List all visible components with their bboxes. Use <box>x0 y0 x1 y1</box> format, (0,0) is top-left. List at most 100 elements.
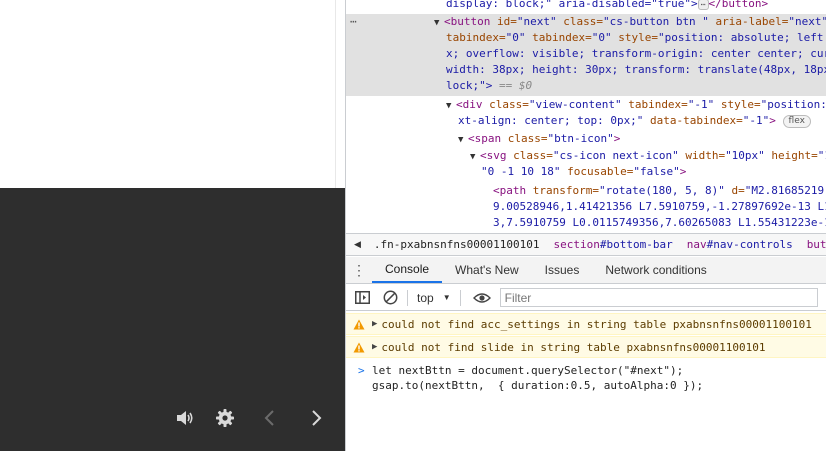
eye-icon[interactable] <box>470 286 494 310</box>
clear-console-icon[interactable] <box>378 286 402 310</box>
attr-name: height= <box>764 149 818 162</box>
attr-name: tabindex= <box>621 98 688 111</box>
attr-value: "false" <box>633 165 680 178</box>
tag-name: <div <box>456 98 483 111</box>
console-input[interactable]: > let nextBttn = document.querySelector(… <box>346 362 826 402</box>
slide-canvas <box>0 0 335 188</box>
filter-input[interactable] <box>499 288 818 307</box>
crumb-name: section <box>553 238 600 251</box>
attr-value: "0 -1 10 18" <box>481 165 561 178</box>
tree-line-path[interactable]: <path transform="rotate(180, 5, 8)" d="M… <box>493 183 826 199</box>
tag-name: <span <box>468 132 502 145</box>
panel-divider[interactable] <box>335 0 345 188</box>
attr-value: "position: absolute; left: <box>657 31 826 44</box>
attr-value: "-1" <box>742 114 770 127</box>
attr-name: width= <box>678 149 726 162</box>
tag-name: <button <box>444 15 491 28</box>
tree-line-button-2[interactable]: tabindex="0" tabindex="0" style="positio… <box>446 30 826 46</box>
tag-name: <svg <box>480 149 507 162</box>
tab-issues[interactable]: Issues <box>532 257 593 283</box>
breadcrumb-item[interactable]: button#next <box>800 238 826 251</box>
code-line: let nextBttn = document.querySelector("#… <box>372 364 684 377</box>
attr-name: style= <box>714 98 761 111</box>
attr-value: "btn-icon" <box>547 132 614 145</box>
closing-tag: </button> <box>708 0 769 10</box>
toolbar-divider <box>407 289 408 306</box>
volume-icon[interactable] <box>172 405 198 431</box>
tree-line-0[interactable]: display: block;" aria-disabled="true"> ⋯ <… <box>446 0 768 12</box>
attr-name: id= <box>490 15 517 28</box>
warning-message: could not find slide in string table pxa… <box>381 340 766 354</box>
warning-message: could not find acc_settings in string ta… <box>381 317 812 331</box>
expand-triangle-icon[interactable]: ▼ <box>458 132 468 148</box>
toolbar-divider <box>459 289 461 306</box>
attr-value: "rotate(180, 5, 8)" <box>598 184 725 197</box>
tag-end: > <box>769 114 776 127</box>
tree-line-span[interactable]: ▼ <span class="btn-icon"> <box>458 131 620 147</box>
context-select[interactable]: top ▼ <box>413 291 455 305</box>
crumb-id: #nav-controls <box>706 238 793 251</box>
crumb-name: button <box>806 238 826 251</box>
expand-triangle-icon[interactable]: ▶ <box>372 342 377 352</box>
chevron-left-icon[interactable] <box>256 405 282 431</box>
tree-line-button[interactable]: ▼ <button id="next" class="cs-button btn … <box>434 14 826 30</box>
drawer-tabbar: ⋮ Console What's New Issues Network cond… <box>346 257 826 284</box>
expand-triangle-icon[interactable]: ▶ <box>372 319 377 329</box>
tree-line-div-2[interactable]: xt-align: center; top: 0px;" data-tabind… <box>458 113 811 129</box>
attr-text: display: block;" aria-disabled="true"> <box>446 0 698 10</box>
attr-name: focusable= <box>560 165 634 178</box>
breadcrumb-item[interactable]: .fn-pxabnsnfns00001100101 <box>367 238 547 251</box>
flex-badge[interactable]: flex <box>782 114 811 128</box>
console-warning[interactable]: ▶ could not find acc_settings in string … <box>346 313 826 335</box>
chevron-right-icon[interactable] <box>304 405 330 431</box>
sidebar-toggle-icon[interactable] <box>350 286 374 310</box>
tab-console[interactable]: Console <box>372 257 443 283</box>
tab-whats-new[interactable]: What's New <box>442 257 532 283</box>
tag-end: > <box>613 132 621 145</box>
context-value: top <box>417 290 434 305</box>
attr-name: style= <box>611 31 658 44</box>
expand-triangle-icon[interactable]: ▼ <box>434 15 444 31</box>
attr-value: "view-content" <box>528 98 622 111</box>
attr-name: transform= <box>526 184 599 197</box>
attr-name: class= <box>482 98 529 111</box>
crumb-id: #bottom-bar <box>599 238 673 251</box>
expand-triangle-icon[interactable]: ▼ <box>446 98 456 114</box>
prompt-chevron-icon: > <box>358 364 365 377</box>
attr-value: "M2.81685219, <box>744 184 826 197</box>
code-line: gsap.to(nextBttn, { duration:0.5, autoAl… <box>372 379 704 392</box>
selected-marker: == $0 <box>492 79 533 92</box>
warning-icon <box>346 319 372 330</box>
scroll-left-icon[interactable]: ◀ <box>346 240 367 250</box>
node-actions-icon[interactable]: ⋯ <box>350 14 357 30</box>
attr-value: 9.00528946,1.41421356 L7.5910759,-1.2789… <box>493 200 826 213</box>
attr-name: class= <box>501 132 548 145</box>
expand-triangle-icon[interactable]: ▼ <box>470 149 480 165</box>
attr-name: class= <box>506 149 553 162</box>
breadcrumb-item[interactable]: section#bottom-bar <box>547 238 680 251</box>
attr-value: lock;"> <box>446 79 493 92</box>
tree-line-svg-2[interactable]: "0 -1 10 18" focusable="false"> <box>481 164 686 180</box>
ellipsis-icon[interactable]: ⋯ <box>697 0 709 10</box>
devtools-panel: display: block;" aria-disabled="true"> ⋯ <… <box>345 0 826 451</box>
tag-name: <path <box>493 184 527 197</box>
dropdown-arrow-icon: ▼ <box>442 293 451 302</box>
tree-line-svg[interactable]: ▼ <svg class="cs-icon next-icon" width="1… <box>470 148 826 164</box>
attr-value: "0" <box>591 31 612 44</box>
gear-icon[interactable] <box>212 405 238 431</box>
drawer-menu-icon[interactable]: ⋮ <box>346 257 372 283</box>
tree-line-div[interactable]: ▼ <div class="view-content" tabindex="-1"… <box>446 97 826 113</box>
attr-name: tabindex= <box>446 31 506 44</box>
tree-line-button-end[interactable]: lock;"> == $0 <box>446 78 532 94</box>
warning-icon <box>346 342 372 353</box>
attr-name: d= <box>724 184 745 197</box>
player-area <box>0 0 345 451</box>
attr-value: 3,7.5910759 L0.0115749356,7.60265083 L1.… <box>493 216 826 229</box>
console-warning[interactable]: ▶ could not find slide in string table p… <box>346 336 826 358</box>
attr-name: aria-label= <box>708 15 789 28</box>
tab-network-conditions[interactable]: Network conditions <box>592 257 719 283</box>
attr-value: x; overflow: visible; transform-origin: … <box>446 47 826 60</box>
breadcrumb-item[interactable]: nav#nav-controls <box>680 238 800 251</box>
attr-value: "1 <box>817 149 826 162</box>
attr-value: "next" <box>516 15 557 28</box>
